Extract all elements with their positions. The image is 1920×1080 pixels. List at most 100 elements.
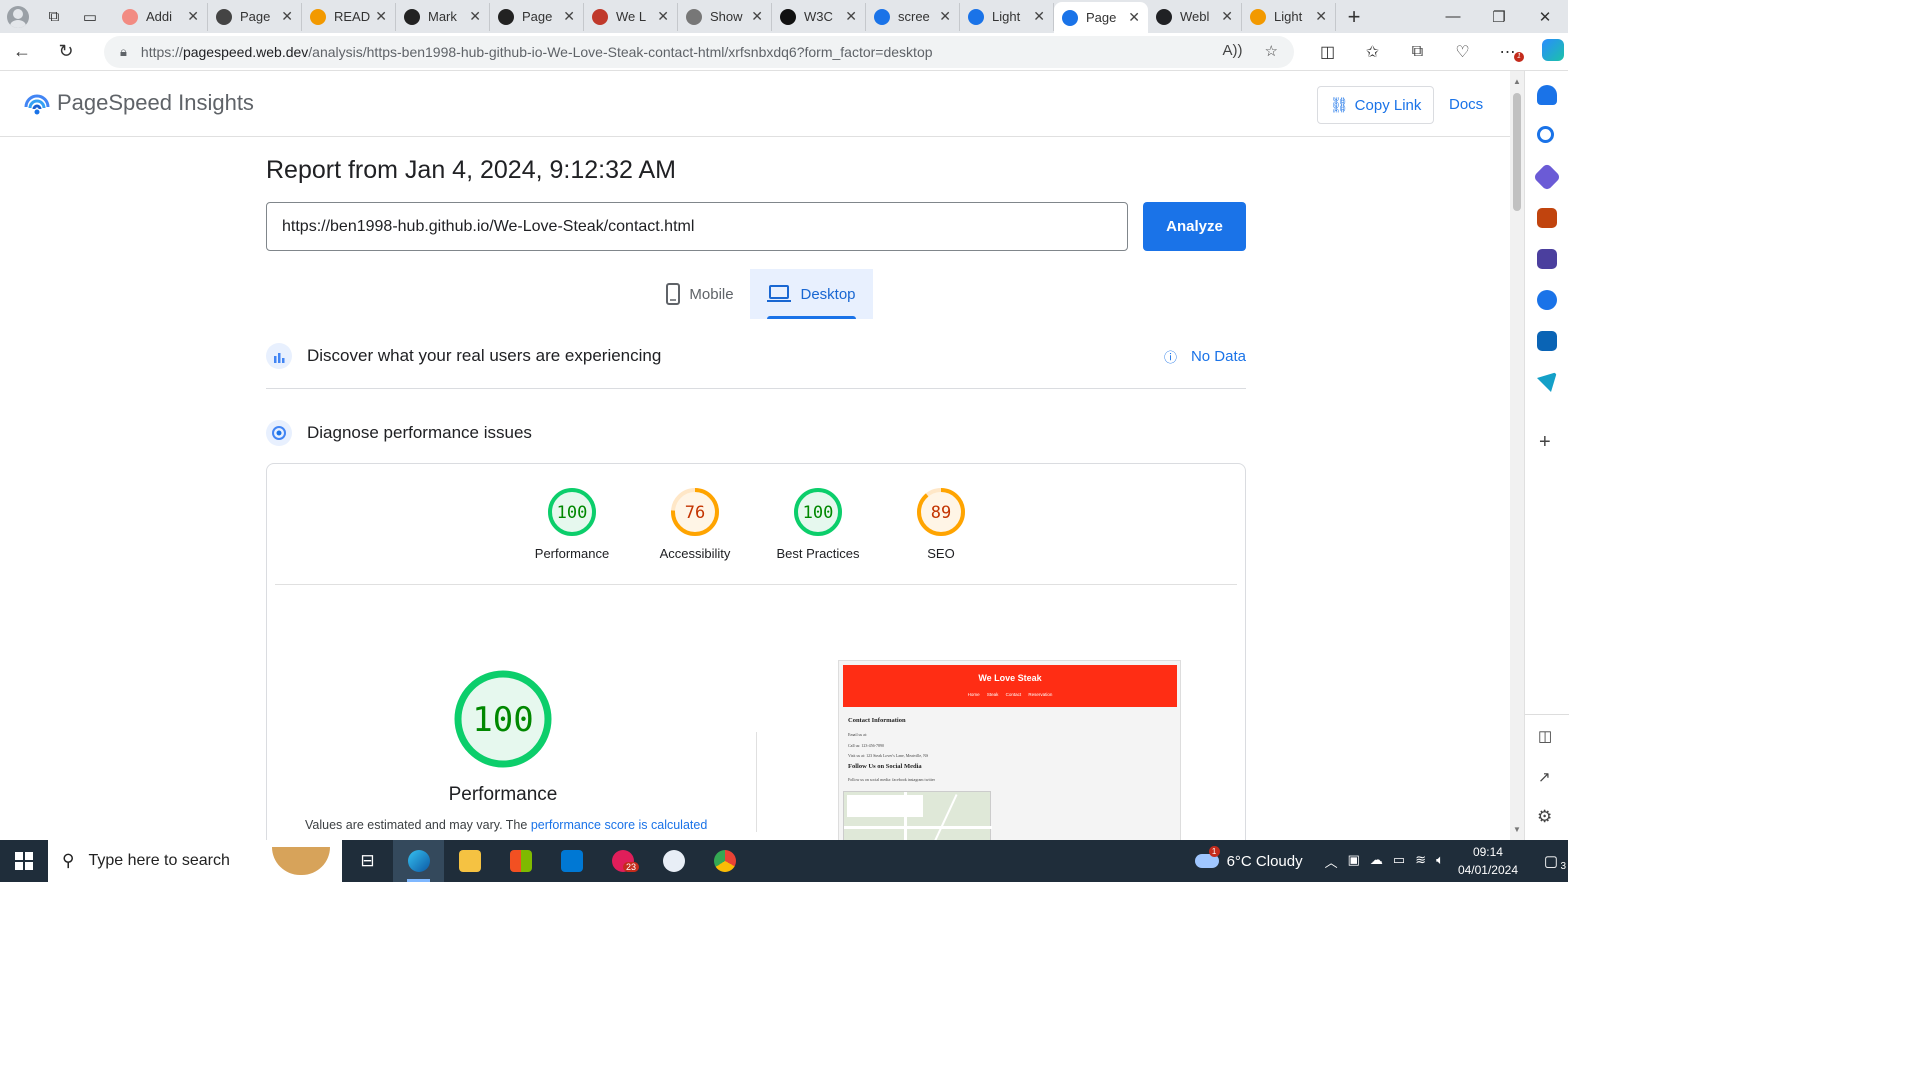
tab-actions-button[interactable]: ▭ (72, 0, 108, 33)
tab-close-icon[interactable]: ✕ (1033, 8, 1045, 25)
browser-tab[interactable]: Webl ✕ (1148, 2, 1242, 31)
minimize-button[interactable]: — (1430, 0, 1476, 33)
workspaces-button[interactable]: ⧉ (36, 0, 72, 33)
store-button[interactable] (495, 840, 546, 882)
edge-taskbar-button[interactable] (393, 840, 444, 882)
browser-tab[interactable]: Light ✕ (1242, 2, 1336, 31)
read-aloud-icon[interactable]: A)) (1223, 42, 1243, 60)
tab-close-icon[interactable]: ✕ (751, 8, 763, 25)
favorites-icon[interactable]: ✩ (1350, 42, 1395, 62)
score-gauge[interactable]: 100 Best Practices (763, 486, 873, 561)
browser-tab[interactable]: W3C ✕ (772, 2, 866, 31)
scroll-down-arrow-icon[interactable]: ▼ (1513, 825, 1521, 834)
tab-close-icon[interactable]: ✕ (1221, 8, 1233, 25)
onedrive-cloud-icon[interactable]: ☁ (1370, 852, 1383, 871)
tab-close-icon[interactable]: ✕ (845, 8, 857, 25)
tab-close-icon[interactable]: ✕ (469, 8, 481, 25)
weather-widget[interactable]: 1 6°C Cloudy (1194, 846, 1303, 870)
tab-favicon-icon (310, 8, 326, 25)
favorite-star-icon[interactable]: ☆ (1265, 42, 1278, 60)
url-input[interactable]: https://ben1998-hub.github.io/We-Love-St… (266, 202, 1128, 251)
browser-tab[interactable]: Page ✕ (1054, 2, 1148, 33)
task-view-button[interactable]: ⊟ (342, 840, 393, 882)
copilot-button[interactable] (1530, 38, 1575, 66)
restore-button[interactable]: ❐ (1476, 0, 1522, 33)
mail-button[interactable] (546, 840, 597, 882)
docs-link[interactable]: Docs (1449, 96, 1483, 113)
close-window-button[interactable]: ✕ (1522, 0, 1568, 33)
browser-tab[interactable]: Addi ✕ (114, 2, 208, 31)
copy-link-button[interactable]: ⛓ Copy Link (1317, 86, 1434, 124)
notification-count: 3 (1560, 861, 1566, 872)
no-data-indicator[interactable]: ⓘ No Data (1164, 347, 1246, 366)
open-external-icon[interactable]: ↗ (1538, 768, 1551, 786)
performance-score-link[interactable]: performance score is calculated (531, 818, 707, 832)
tab-close-icon[interactable]: ✕ (1315, 8, 1327, 25)
browser-tab[interactable]: scree ✕ (866, 2, 960, 31)
tab-close-icon[interactable]: ✕ (563, 8, 575, 25)
volume-icon[interactable]: 🔈︎ (1436, 852, 1444, 871)
add-sidebar-app-icon[interactable]: + (1539, 431, 1551, 454)
show-hidden-icons-icon[interactable]: ︿ (1325, 852, 1338, 871)
games-icon[interactable] (1537, 249, 1557, 269)
psi-brand-title[interactable]: PageSpeed Insights (57, 90, 254, 116)
tab-close-icon[interactable]: ✕ (187, 8, 199, 25)
back-button[interactable]: ← (0, 41, 44, 62)
split-screen-icon[interactable]: ◫ (1305, 42, 1350, 62)
tab-close-icon[interactable]: ✕ (939, 8, 951, 25)
chrome-button[interactable] (699, 840, 750, 882)
tab-title: Show (710, 9, 743, 24)
profile-button[interactable] (0, 0, 36, 33)
weather-text: 6°C Cloudy (1226, 852, 1303, 870)
taskbar-search[interactable]: ⚲ Type here to search (48, 840, 342, 882)
sidebar-settings-icon[interactable]: ⚙ (1537, 807, 1552, 827)
browser-essentials-icon[interactable]: ♡ (1440, 42, 1485, 62)
lock-icon[interactable]: 🔒︎ (120, 44, 127, 60)
address-bar[interactable]: 🔒︎ https://pagespeed.web.dev/analysis/ht… (104, 36, 1294, 68)
discover-section[interactable]: Discover what your real users are experi… (266, 343, 1246, 369)
clock[interactable]: 09:14 04/01/2024 (1458, 843, 1518, 879)
new-tab-button[interactable]: + (1336, 4, 1372, 30)
tab-close-icon[interactable]: ✕ (375, 8, 387, 25)
microsoft-365-icon[interactable] (1537, 290, 1557, 310)
tools-briefcase-icon[interactable] (1537, 208, 1557, 228)
windows-taskbar: ⚲ Type here to search ⊟ 23 1 6°C Cloudy … (0, 840, 1568, 882)
tab-mobile[interactable]: Mobile (650, 269, 750, 319)
scrollbar-thumb[interactable] (1513, 93, 1521, 211)
refresh-button[interactable]: ↻ (44, 41, 88, 62)
notification-center-button[interactable]: ▢ 3 (1534, 852, 1568, 872)
score-gauge[interactable]: 76 Accessibility (640, 486, 750, 561)
scroll-up-arrow-icon[interactable]: ▲ (1513, 77, 1521, 86)
tab-desktop[interactable]: Desktop (750, 269, 873, 319)
browser-tab[interactable]: Show ✕ (678, 2, 772, 31)
battery-icon[interactable]: ▭ (1393, 852, 1405, 871)
file-explorer-button[interactable] (444, 840, 495, 882)
bell-icon[interactable] (1537, 85, 1557, 105)
settings-more-icon[interactable]: ⋯ 1 (1485, 42, 1530, 62)
score-gauge[interactable]: 89 SEO (886, 486, 996, 561)
tab-close-icon[interactable]: ✕ (1128, 9, 1140, 26)
browser-tab[interactable]: READ ✕ (302, 2, 396, 31)
wifi-icon[interactable]: ≋ (1415, 852, 1426, 871)
collections-icon[interactable]: ⧉ (1395, 43, 1440, 61)
outlook-icon[interactable] (1537, 331, 1557, 351)
browser-tab[interactable]: We L ✕ (584, 2, 678, 31)
browser-tab[interactable]: Page ✕ (208, 2, 302, 31)
browser-tab[interactable]: Mark ✕ (396, 2, 490, 31)
tab-close-icon[interactable]: ✕ (657, 8, 669, 25)
tab-close-icon[interactable]: ✕ (281, 8, 293, 25)
diagnose-icon (266, 420, 292, 446)
slack-button[interactable]: 23 (597, 840, 648, 882)
meet-now-icon[interactable]: ▣ (1348, 852, 1360, 871)
browser-tab[interactable]: Light ✕ (960, 2, 1054, 31)
shopping-tag-icon[interactable] (1532, 162, 1562, 192)
browser-tab[interactable]: Page ✕ (490, 2, 584, 31)
start-button[interactable] (0, 840, 48, 882)
send-drop-icon[interactable] (1537, 372, 1557, 392)
analyze-button[interactable]: Analyze (1143, 202, 1246, 251)
score-gauge[interactable]: 100 Performance (517, 486, 627, 561)
page-scrollbar[interactable]: ▲ ▼ (1510, 71, 1524, 840)
sidebar-toggle-icon[interactable]: ◫ (1538, 727, 1552, 745)
paint-button[interactable] (648, 840, 699, 882)
search-icon[interactable] (1537, 126, 1554, 143)
